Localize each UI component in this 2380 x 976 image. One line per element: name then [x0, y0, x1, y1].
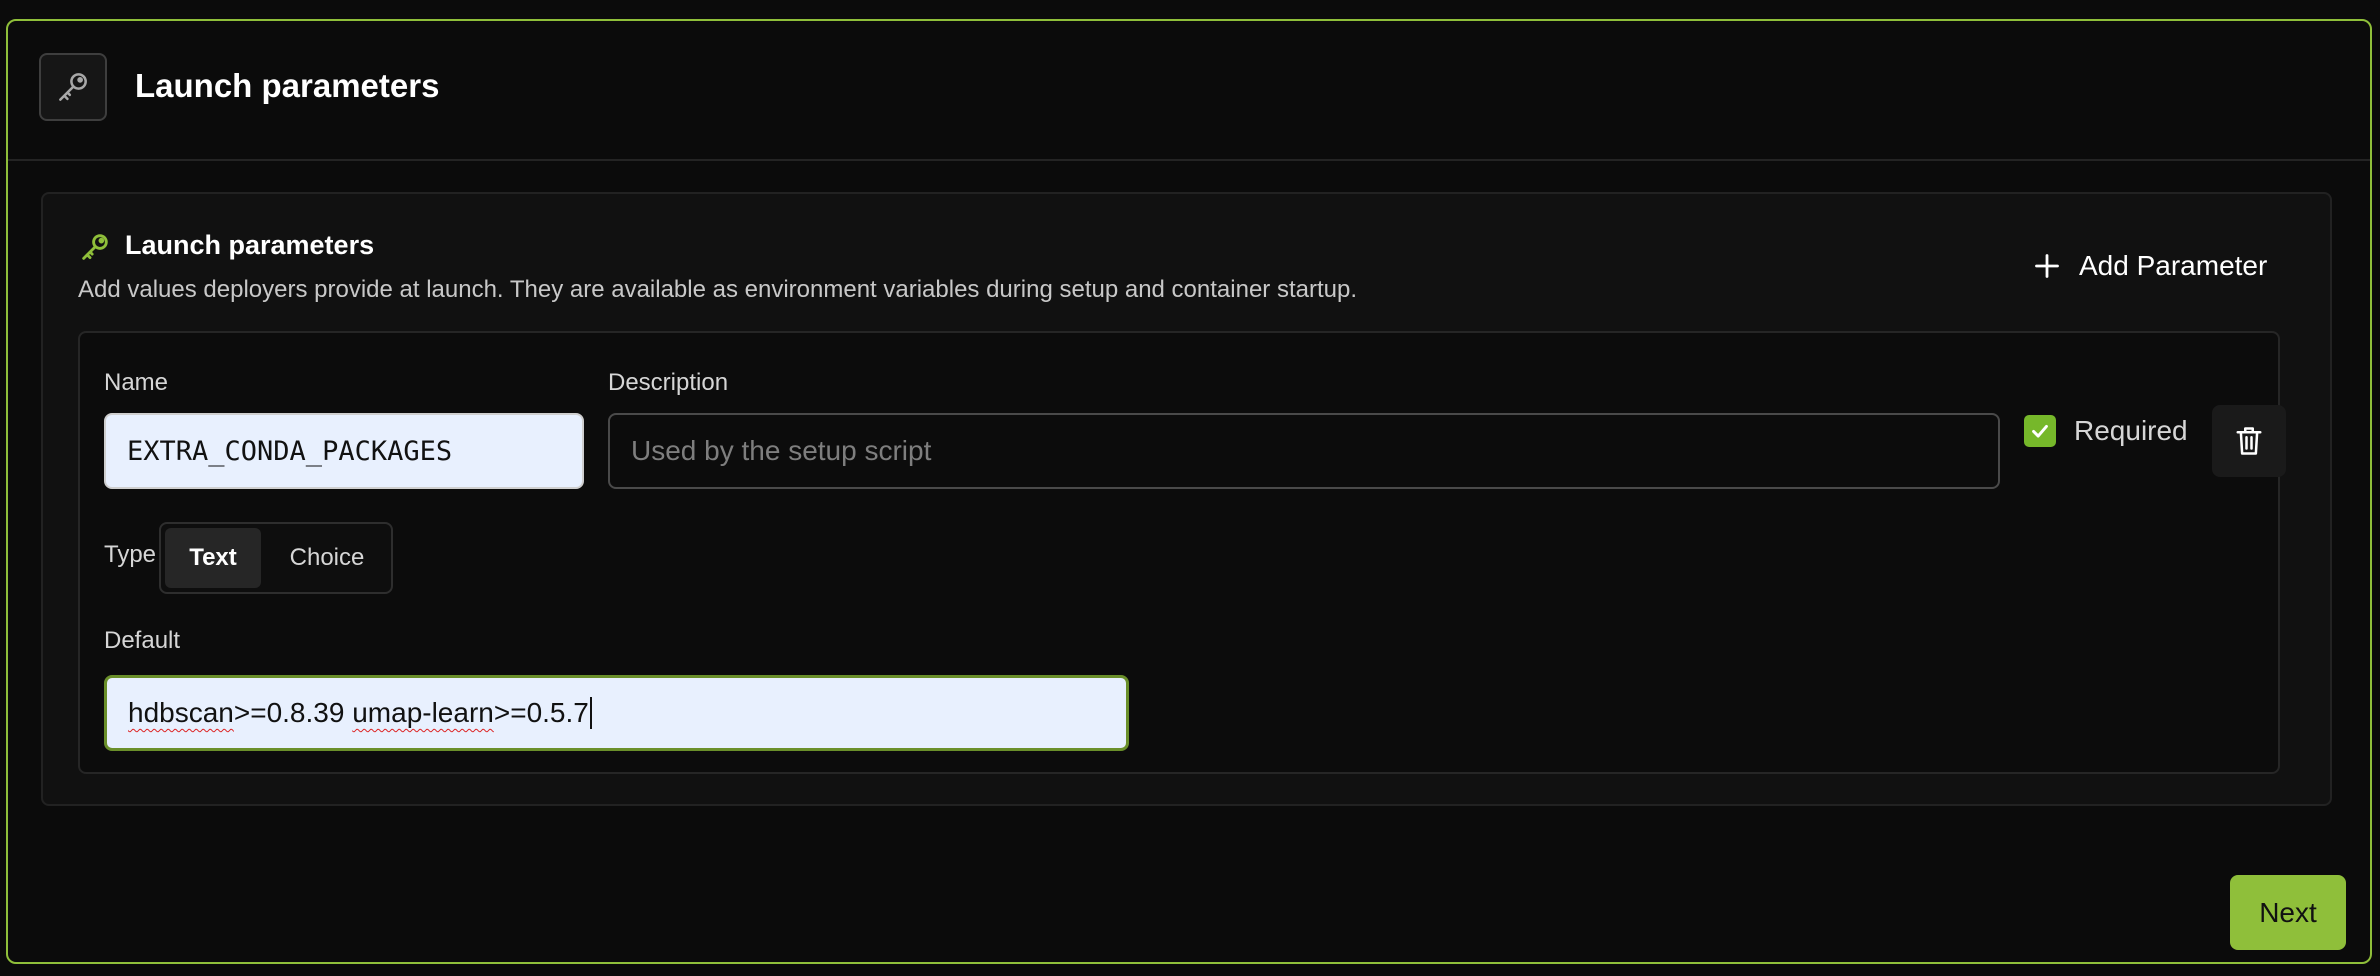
default-input[interactable]: hdbscan >=0.8.39 umap-learn >=0.5.7 [104, 675, 1129, 751]
trash-icon [2236, 427, 2262, 455]
plus-icon [2035, 254, 2059, 278]
add-parameter-button[interactable]: Add Parameter [2033, 246, 2267, 286]
section-title: Launch parameters [125, 230, 375, 260]
default-value-part: umap-learn [352, 697, 494, 728]
launch-parameters-card: Launch parameters Add values deployers p… [41, 192, 2332, 806]
type-label: Type [104, 541, 157, 568]
required-checkbox[interactable]: Required [2024, 415, 2188, 447]
key-icon [78, 230, 112, 264]
key-icon [39, 53, 107, 121]
name-input[interactable]: EXTRA_CONDA_PACKAGES [104, 413, 584, 489]
type-selector: Text Choice [159, 522, 393, 594]
text-cursor [589, 697, 592, 729]
add-parameter-label: Add Parameter [2079, 250, 2268, 281]
section-description: Add values deployers provide at launch. … [78, 276, 1357, 303]
delete-parameter-button[interactable] [2212, 405, 2286, 477]
checkbox-checked-icon [2024, 415, 2056, 447]
default-value-part: >=0.5.7 [493, 697, 589, 728]
next-button[interactable]: Next [2230, 875, 2346, 950]
type-option-choice[interactable]: Choice [267, 528, 387, 588]
type-option-text[interactable]: Text [165, 528, 261, 588]
parameter-row: Name Description EXTRA_CONDA_PACKAGES Us… [78, 331, 2286, 774]
panel-header: Launch parameters [8, 21, 2370, 161]
default-label: Default [104, 627, 181, 654]
page-title: Launch parameters [135, 67, 440, 104]
description-label: Description [608, 369, 729, 396]
required-label: Required [2074, 415, 2188, 446]
description-input[interactable]: Used by the setup script [608, 413, 2000, 489]
launch-parameters-panel: Launch parameters Launch parameters Add … [6, 19, 2372, 964]
name-label: Name [104, 369, 169, 396]
default-value-part: hdbscan [128, 697, 234, 728]
default-value-part: >=0.8.39 [233, 697, 353, 728]
